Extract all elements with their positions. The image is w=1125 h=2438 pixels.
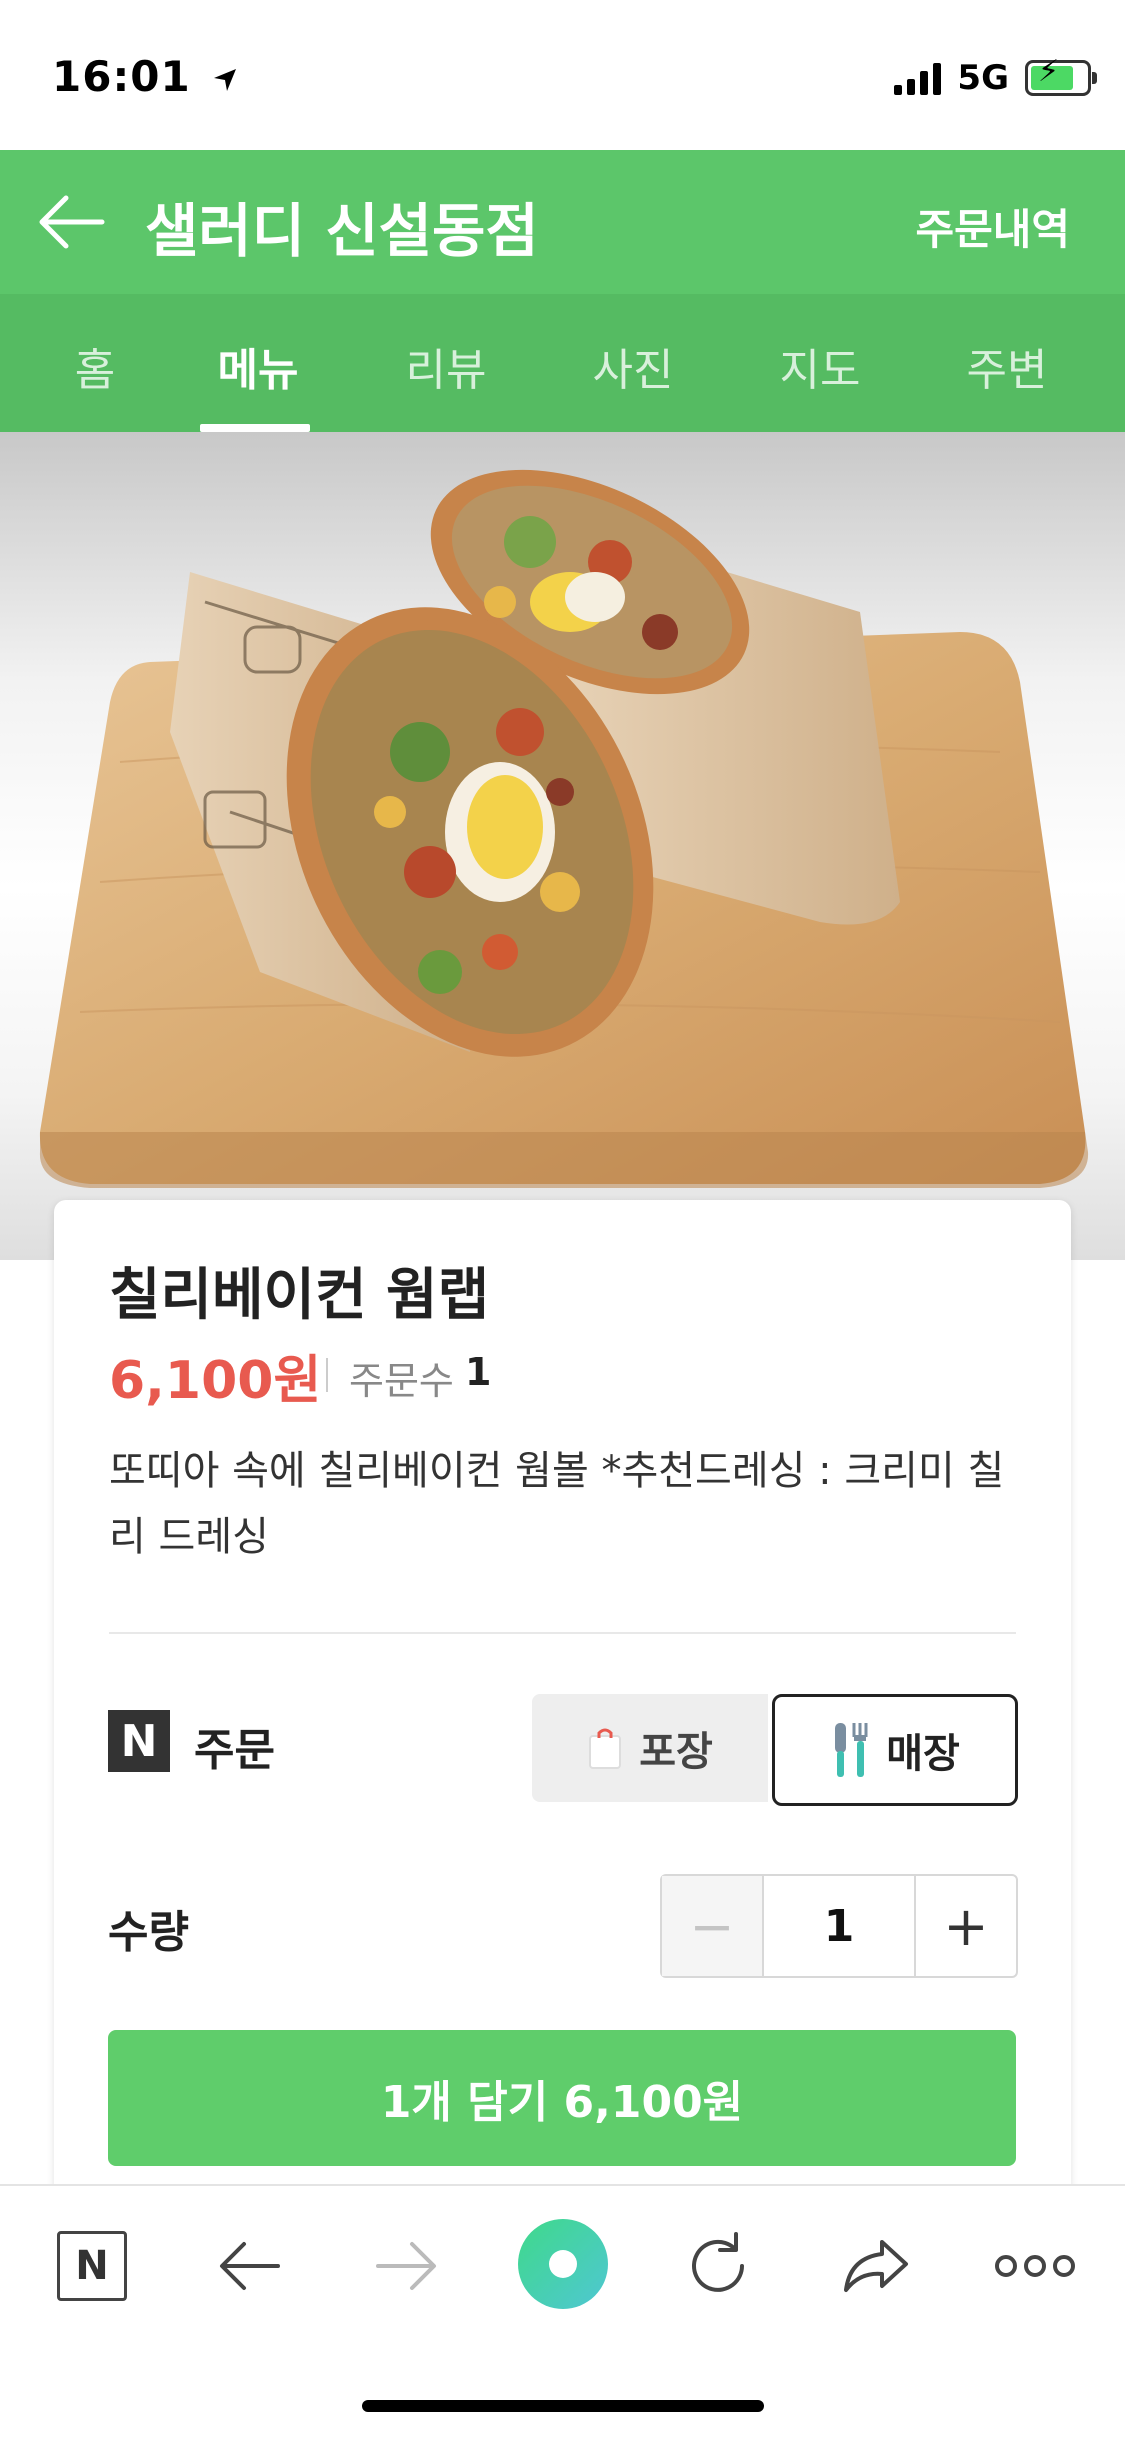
refresh-icon[interactable] <box>678 2226 758 2306</box>
option-dine-in-label: 매장 <box>886 1731 960 1777</box>
bag-icon <box>589 1728 622 1769</box>
quantity-value: 1 <box>823 1900 855 1952</box>
order-label: 주문 <box>194 1725 275 1776</box>
tab-photo[interactable]: 사진 <box>563 334 703 398</box>
order-count-value: 1 <box>465 1350 492 1394</box>
add-to-cart-button[interactable]: 1개 담기 6,100원 <box>108 2030 1016 2166</box>
divider <box>109 1632 1016 1634</box>
tab-review[interactable]: 리뷰 <box>376 334 516 398</box>
quantity-decrease-button[interactable]: − <box>662 1876 764 1976</box>
more-icon[interactable] <box>990 2226 1080 2306</box>
tab-menu[interactable]: 메뉴 <box>188 334 328 398</box>
home-indicator[interactable] <box>362 2400 764 2412</box>
share-icon[interactable] <box>836 2226 916 2306</box>
order-history-link[interactable]: 주문내역 <box>915 196 1070 257</box>
back-arrow-icon[interactable] <box>210 2226 290 2306</box>
product-description: 또띠아 속에 칠리베이컨 웜볼 *추천드레싱 : 크리미 칠리 드레싱 <box>109 1448 1005 1560</box>
store-title: 샐러디 신설동점 <box>145 197 539 265</box>
naver-n-label: N <box>57 2231 127 2301</box>
back-arrow-icon[interactable] <box>36 190 108 254</box>
status-indicators: 5G ⚡ <box>894 54 1097 98</box>
status-time: 16:01 <box>52 52 240 101</box>
forward-arrow-icon[interactable] <box>366 2226 446 2306</box>
tab-home[interactable]: 홈 <box>25 334 165 398</box>
tab-map[interactable]: 지도 <box>750 334 890 398</box>
quantity-increase-button[interactable]: + <box>914 1876 1016 1976</box>
option-packing[interactable]: 포장 <box>532 1694 768 1802</box>
tab-bar: 홈 메뉴 리뷰 사진 지도 주변 <box>0 294 1125 432</box>
quantity-stepper: − 1 + <box>660 1874 1018 1978</box>
store-header: 샐러디 신설동점 주문내역 <box>0 150 1125 294</box>
fork-knife-icon <box>835 1723 868 1777</box>
product-card: 칠리베이컨 웜랩 6,100원 주문수 1 또띠아 속에 칠리베이컨 웜볼 *추… <box>54 1200 1071 2210</box>
network-label: 5G <box>957 58 1009 98</box>
naver-n-icon[interactable]: N <box>52 2226 132 2306</box>
price-separator <box>326 1358 328 1392</box>
tab-nearby[interactable]: 주변 <box>937 334 1077 398</box>
wrap-illustration <box>39 469 1089 1188</box>
charging-bolt-icon: ⚡ <box>1038 54 1060 89</box>
active-tab-indicator <box>200 424 310 432</box>
battery-icon: ⚡ <box>1025 54 1097 96</box>
option-packing-label: 포장 <box>639 1729 713 1775</box>
quantity-label: 수량 <box>108 1907 189 1958</box>
naver-n-badge-icon: N <box>108 1710 170 1772</box>
signal-icon <box>894 61 942 95</box>
product-price: 6,100원 <box>109 1351 322 1411</box>
green-dot-icon[interactable] <box>515 2216 611 2312</box>
product-name: 칠리베이컨 웜랩 <box>109 1263 490 1328</box>
status-bar: 16:01 5G ⚡ <box>0 0 1125 150</box>
location-arrow-icon <box>214 68 237 91</box>
product-image <box>0 432 1125 1260</box>
option-dine-in[interactable]: 매장 <box>772 1694 1018 1806</box>
order-count-label: 주문수 <box>349 1359 454 1403</box>
time-text: 16:01 <box>52 52 191 101</box>
